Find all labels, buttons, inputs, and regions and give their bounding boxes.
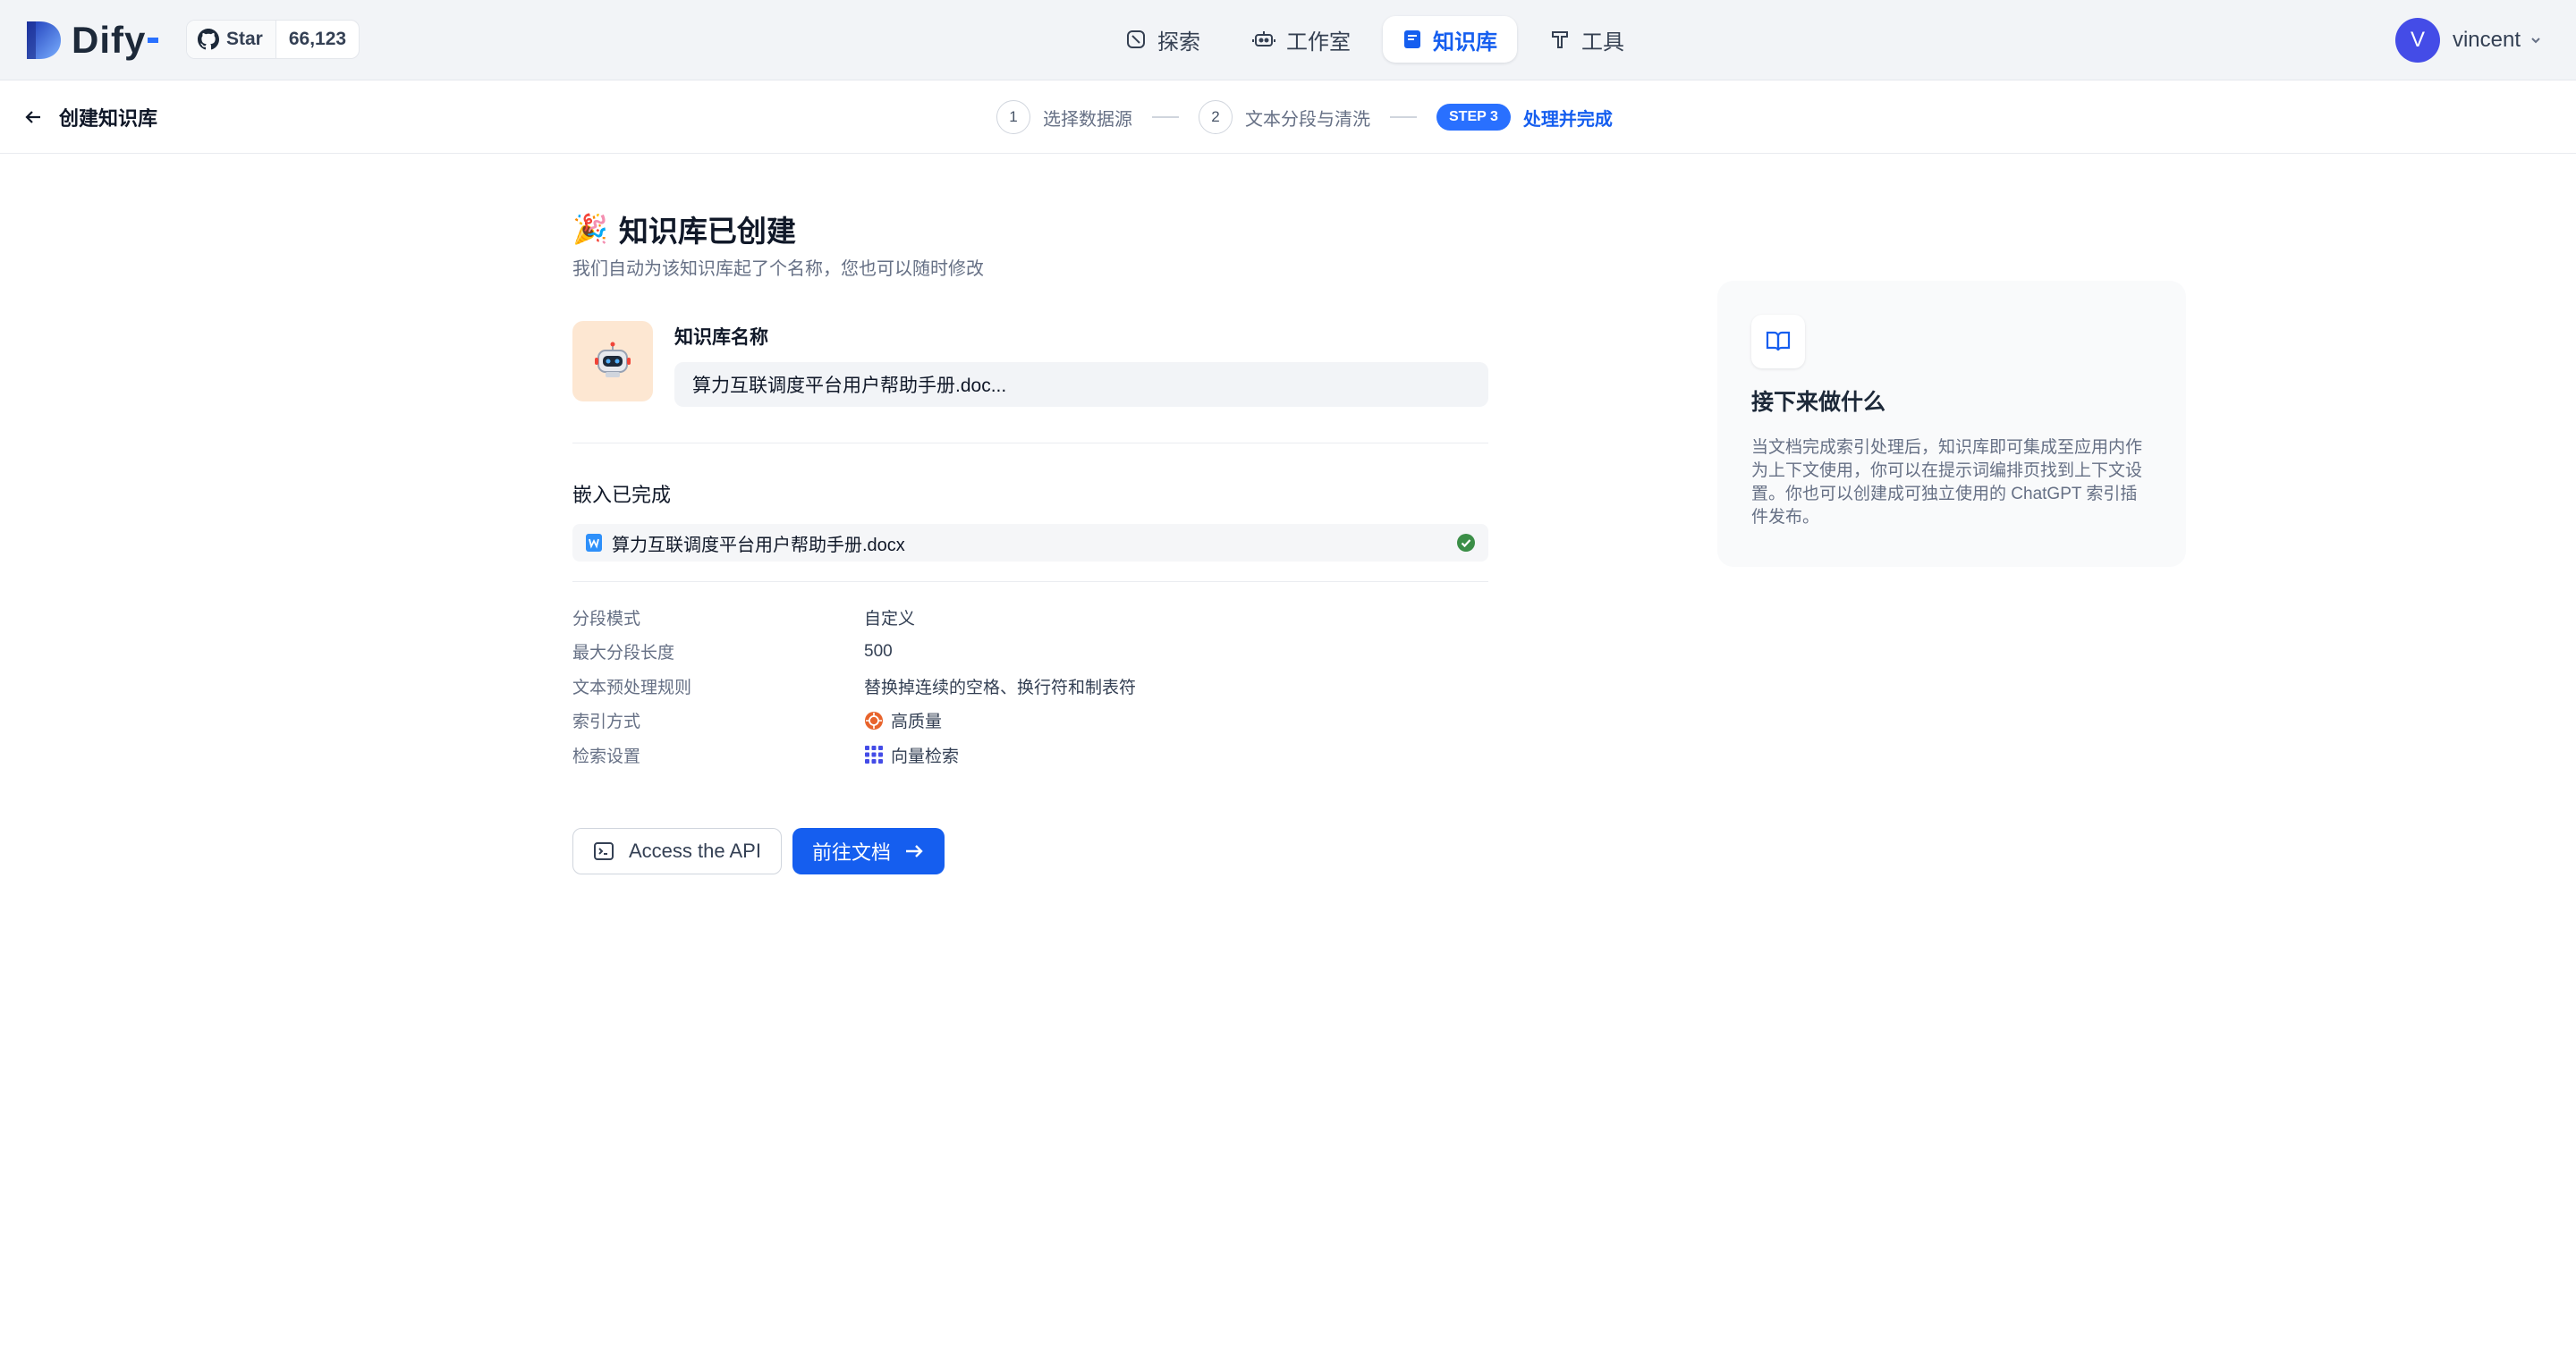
info-value: 自定义	[864, 609, 916, 629]
info-key: 最大分段长度	[572, 644, 675, 663]
dataset-name-label: 知识库名称	[674, 327, 768, 348]
step-2: 2 文本分段与清洗	[1199, 100, 1370, 134]
access-api-label: Access the API	[629, 839, 761, 862]
page-subtitle: 我们自动为该知识库起了个名称，您也可以随时修改	[572, 259, 984, 279]
dataset-name-input[interactable]: 算力互联调度平台用户帮助手册.doc...	[674, 362, 1488, 407]
nav-knowledge-label: 知识库	[1433, 30, 1497, 55]
robot-icon	[1252, 31, 1275, 46]
info-value: 替换掉连续的空格、换行符和制表符	[864, 678, 1137, 697]
nav-tools-label: 工具	[1581, 30, 1624, 55]
processing-settings: 分段模式 自定义 最大分段长度 500 文本预处理规则 替换掉连续的空格、换行符…	[572, 600, 1488, 773]
github-icon	[198, 29, 219, 50]
dataset-name-section: 知识库名称 算力互联调度平台用户帮助手册.doc...	[572, 321, 1488, 407]
go-to-document-label: 前往文档	[811, 840, 891, 864]
step-3-label: 处理并完成	[1522, 109, 1613, 130]
step-1: 1 选择数据源	[996, 100, 1132, 134]
compass-icon	[1127, 30, 1145, 48]
nav-studio-label: 工作室	[1286, 30, 1351, 55]
arrow-left-icon	[25, 111, 40, 123]
logo-accent	[148, 38, 159, 43]
avatar: V	[2394, 18, 2440, 63]
info-key: 文本预处理规则	[572, 678, 692, 697]
back-button[interactable]: 创建知识库	[23, 100, 157, 134]
vector-icon	[865, 746, 883, 764]
completion-panel: 🎉 知识库已创建 我们自动为该知识库起了个名称，您也可以随时修改 知识库名称 算…	[572, 209, 1488, 874]
step-1-label: 选择数据源	[1043, 109, 1132, 130]
divider	[572, 581, 1488, 582]
next-steps-card: 接下来做什么 当文档完成索引处理后，知识库即可集成至应用内作为上下文使用，你可以…	[1717, 281, 2186, 567]
check-circle-icon	[1457, 534, 1475, 552]
info-row-segment-mode: 分段模式 自定义	[572, 600, 1488, 635]
info-value: 向量检索	[891, 747, 960, 766]
title-row: 🎉 知识库已创建	[572, 209, 1488, 249]
top-navigation-bar: Dify Star 66,123 探索 工作室 知识库 工具 V vincent	[0, 0, 2576, 80]
access-api-button[interactable]: Access the API	[572, 827, 782, 874]
step-2-label: 文本分段与清洗	[1245, 109, 1370, 130]
go-to-document-button[interactable]: 前往文档	[792, 827, 945, 874]
next-steps-title: 接下来做什么	[1751, 390, 1886, 415]
dify-logo[interactable]: Dify	[25, 18, 159, 63]
step-separator	[1390, 116, 1417, 118]
github-star-count: 66,123	[288, 29, 347, 49]
github-star-label-wrap: Star	[187, 21, 276, 58]
back-label: 创建知识库	[59, 107, 158, 130]
nav-studio[interactable]: 工作室	[1233, 16, 1370, 63]
github-star-button[interactable]: Star 66,123	[186, 20, 360, 59]
info-row-preprocess-rules: 文本预处理规则 替换掉连续的空格、换行符和制表符	[572, 669, 1488, 704]
user-name: vincent	[2452, 28, 2521, 52]
logo-text: Dify	[72, 19, 147, 61]
party-popper-icon: 🎉	[572, 213, 608, 245]
info-value-wrap: 高质量	[864, 708, 942, 732]
open-book-icon	[1766, 331, 1791, 351]
chevron-down-icon	[2531, 38, 2540, 44]
document-name: 算力互联调度平台用户帮助手册.docx	[612, 535, 905, 555]
step-3-badge: STEP 3	[1436, 104, 1511, 131]
info-value: 500	[864, 641, 893, 661]
arrow-right-icon	[905, 844, 923, 857]
dify-logo-mark	[25, 20, 63, 61]
info-row-max-length: 最大分段长度 500	[572, 635, 1488, 670]
main-nav: 探索 工作室 知识库 工具	[1106, 15, 1644, 63]
step-1-number: 1	[996, 100, 1030, 134]
page-title: 知识库已创建	[618, 215, 796, 248]
user-menu[interactable]: V vincent	[2394, 16, 2542, 64]
info-value: 高质量	[891, 713, 943, 732]
dataset-name-field-wrap: 知识库名称 算力互联调度平台用户帮助手册.doc...	[674, 321, 1488, 407]
nav-explore[interactable]: 探索	[1106, 16, 1220, 63]
info-row-index-method: 索引方式 高质量	[572, 704, 1488, 739]
info-key: 分段模式	[572, 609, 641, 629]
step-3: STEP 3 处理并完成	[1436, 104, 1613, 131]
word-doc-icon	[586, 534, 602, 552]
nav-explore-label: 探索	[1157, 30, 1200, 55]
step-indicator: 1 选择数据源 2 文本分段与清洗 STEP 3 处理并完成	[996, 98, 1613, 136]
dataset-icon[interactable]	[572, 321, 653, 401]
next-steps-text: 当文档完成索引处理后，知识库即可集成至应用内作为上下文使用，你可以在提示词编排页…	[1751, 438, 2143, 527]
hammer-icon	[1552, 31, 1568, 48]
quality-icon	[865, 711, 883, 730]
info-value-wrap: 向量检索	[864, 743, 959, 767]
nav-knowledge[interactable]: 知识库	[1383, 16, 1517, 63]
action-buttons: Access the API 前往文档	[572, 827, 1488, 874]
embedding-status-title: 嵌入已完成	[572, 484, 672, 506]
terminal-icon	[594, 841, 614, 860]
step-separator	[1152, 116, 1179, 118]
info-key: 索引方式	[572, 713, 641, 732]
info-key: 检索设置	[572, 747, 641, 766]
info-row-retrieval: 检索设置 向量检索	[572, 738, 1488, 773]
step-2-number: 2	[1199, 100, 1233, 134]
nav-tools[interactable]: 工具	[1530, 16, 1644, 63]
open-book-icon-wrap	[1751, 315, 1805, 368]
create-dataset-header: 创建知识库 1 选择数据源 2 文本分段与清洗 STEP 3 处理并完成	[0, 80, 2576, 154]
robot-face-icon	[595, 342, 631, 377]
document-row: 算力互联调度平台用户帮助手册.docx	[572, 524, 1488, 562]
book-icon	[1404, 30, 1420, 48]
github-star-label: Star	[226, 29, 263, 49]
